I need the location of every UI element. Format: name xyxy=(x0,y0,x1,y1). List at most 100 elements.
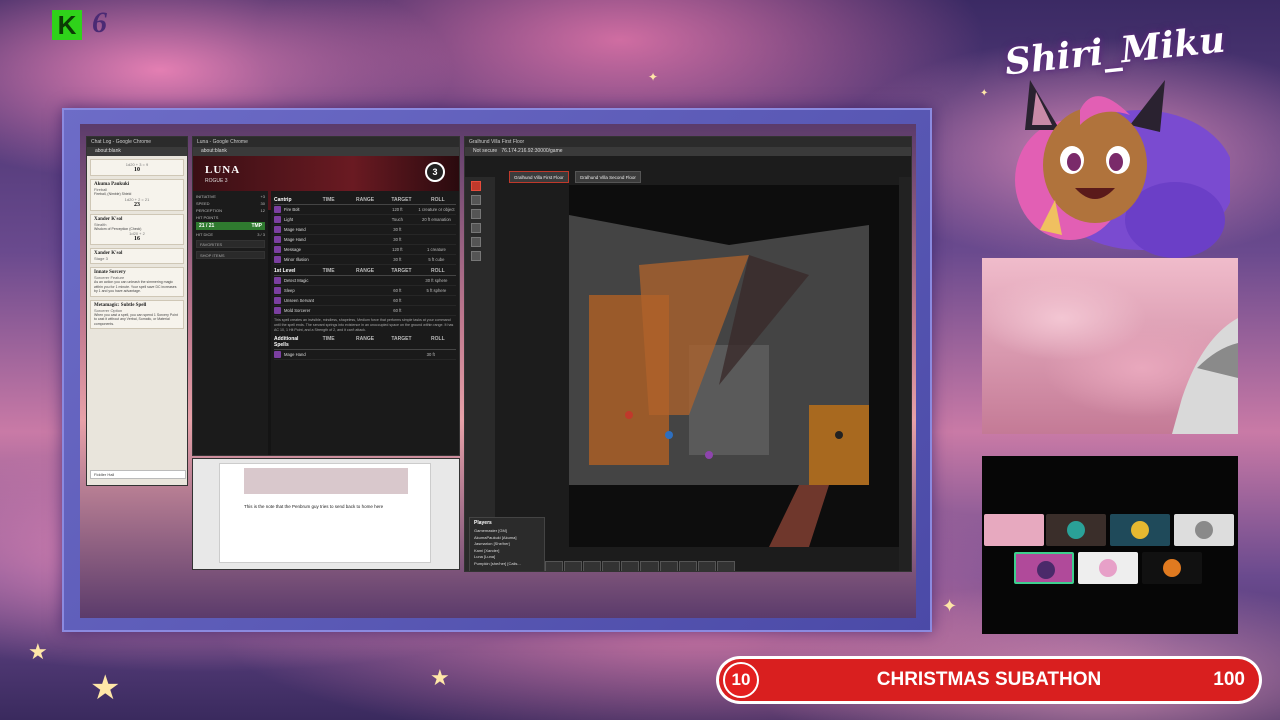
spell-name: Sleep xyxy=(284,288,295,293)
document-window: This is the note that the Penbrum guy tr… xyxy=(192,458,460,570)
col-header: RANGE xyxy=(355,268,375,274)
address-bar[interactable]: about:blank xyxy=(87,147,187,156)
window-title: Gralhund Villa First Floor xyxy=(465,137,911,147)
hotbar-slot[interactable] xyxy=(716,561,735,571)
battle-map[interactable] xyxy=(569,185,899,547)
subathon-bar: 10 CHRISTMAS SUBATHON 100 xyxy=(716,656,1262,704)
spell-icon xyxy=(274,236,281,243)
participant-tile[interactable] xyxy=(1174,514,1234,546)
spell-row[interactable]: Detect Magic 30 ft sphere xyxy=(274,276,456,286)
chat-log-window: Chat Log - Google Chrome about:blank 1d2… xyxy=(86,136,188,486)
chat-message: Metamagic: Subtle Spell Sorcerer Option … xyxy=(90,299,184,330)
webcam-panel xyxy=(982,258,1238,434)
character-class: ROGUE 3 xyxy=(205,178,228,184)
favorites-button[interactable]: FAVORITES xyxy=(196,240,265,248)
shop-items-button[interactable]: SHOP ITEMS xyxy=(196,251,265,259)
spell-range: 60 ft xyxy=(393,298,402,303)
chat-message: Xander K'sol Stealth Wisdom of Perceptio… xyxy=(90,213,184,246)
hp-label-text: HIT POINTS xyxy=(196,215,219,220)
channel-badge-icon: K xyxy=(52,10,82,40)
tiles-tool-icon[interactable] xyxy=(471,209,481,219)
spell-range: 120 ft xyxy=(392,207,403,212)
video-call-panel xyxy=(982,456,1238,634)
sidebar-tabs[interactable] xyxy=(899,177,911,571)
level-badge: 3 xyxy=(425,162,445,182)
col-header: TARGET xyxy=(391,335,412,342)
address-bar[interactable]: about:blank xyxy=(193,147,459,156)
address-bar[interactable]: Not secure 76.174.216.92:30000/game xyxy=(465,147,911,156)
col-header: TARGET xyxy=(391,268,412,274)
token-tool-icon[interactable] xyxy=(471,181,481,191)
streamer-avatar xyxy=(1015,80,1230,258)
col-header: RANGE xyxy=(355,197,375,203)
hotbar-slot[interactable] xyxy=(564,561,583,571)
participant-tile[interactable] xyxy=(1014,552,1074,584)
hotbar-slot[interactable] xyxy=(602,561,621,571)
col-header: ROLL xyxy=(431,335,445,342)
spell-row[interactable]: Unseen Servant 60 ft xyxy=(274,296,456,306)
participant-tile[interactable] xyxy=(984,514,1044,546)
tab-first-floor[interactable]: Gralhund Villa First Floor xyxy=(509,171,569,183)
notes-tool-icon[interactable] xyxy=(471,237,481,247)
hotbar-slot[interactable] xyxy=(697,561,716,571)
hotbar-slot[interactable] xyxy=(583,561,602,571)
players-title: Players xyxy=(474,520,492,526)
tab-second-floor[interactable]: Gralhund Villa Second Floor xyxy=(574,171,641,183)
participant-tile[interactable] xyxy=(1046,514,1106,546)
hotbar-slot[interactable] xyxy=(659,561,678,571)
hp-value: 21 / 21 xyxy=(199,223,215,229)
hotbar-slot[interactable] xyxy=(621,561,640,571)
player-item: Pumpkin [she/her] [Calis... xyxy=(474,560,521,566)
spell-icon xyxy=(274,226,281,233)
spell-row[interactable]: Message 120 ft 1 creature xyxy=(274,245,456,255)
document-text[interactable]: This is the note that the Penbrum guy tr… xyxy=(244,504,383,509)
hp-bar[interactable]: 21 / 21 TMP xyxy=(196,222,265,230)
chat-message: 1d20 + 3 = 9 10 xyxy=(90,159,184,176)
participant-tile[interactable] xyxy=(1142,552,1202,584)
walls-tool-icon[interactable] xyxy=(471,223,481,233)
col-header: ROLL xyxy=(431,197,445,203)
spell-row[interactable]: Mage Hand 30 ft xyxy=(274,225,456,235)
spell-row[interactable]: Minor Illusion 30 ft 5 ft cube xyxy=(274,255,456,265)
spell-section-header: 1st Level TIME RANGE TARGET ROLL xyxy=(274,268,456,276)
spell-icon xyxy=(274,256,281,263)
section-title: 1st Level xyxy=(274,268,296,274)
spell-target: 1 creature or object xyxy=(418,207,455,212)
hotbar-slot[interactable] xyxy=(640,561,659,571)
spell-row[interactable]: Sleep 60 ft 5 ft sphere xyxy=(274,286,456,296)
stat-label: PERCEPTION xyxy=(196,208,223,213)
spell-row[interactable]: Mage Hand 30 ft xyxy=(274,235,456,245)
participant-tile[interactable] xyxy=(1078,552,1138,584)
hit-dice-label: HIT DICE xyxy=(196,232,214,237)
webcam-image xyxy=(1172,318,1238,434)
star-decoration: ★ xyxy=(28,640,48,665)
roll-total: 10 xyxy=(134,167,140,173)
spell-row[interactable]: Mold Sorcerer 60 ft xyxy=(274,306,456,316)
spell-row[interactable]: Fire Bolt 120 ft 1 creature or object xyxy=(274,205,456,215)
star-decoration: ★ xyxy=(430,666,450,691)
character-sheet-window: Luna - Google Chrome about:blank LUNA RO… xyxy=(192,136,460,456)
spell-section-header: Cantrip TIME RANGE TARGET ROLL xyxy=(274,197,456,205)
stat-row: INITIATIVE +3 xyxy=(196,194,265,199)
hotbar-slot[interactable] xyxy=(678,561,697,571)
stat-label: SPEED xyxy=(196,201,210,206)
chat-input[interactable]: Fiddler Hall xyxy=(90,470,186,479)
macro-hotbar xyxy=(545,561,735,571)
spell-name: Fire Bolt xyxy=(284,207,300,212)
stat-value: +3 xyxy=(260,194,265,199)
spell-icon xyxy=(274,216,281,223)
spell-range: 30 ft xyxy=(393,257,402,262)
spell-name: Detect Magic xyxy=(284,278,309,283)
window-title: Chat Log - Google Chrome xyxy=(87,137,187,147)
vtt-window: Gralhund Villa First Floor Not secure 76… xyxy=(464,136,912,572)
col-header: TARGET xyxy=(391,197,412,203)
spell-row[interactable]: Mage Hand 30 ft xyxy=(274,350,456,360)
hp-label: HIT POINTS xyxy=(196,215,265,220)
participant-tile[interactable] xyxy=(1110,514,1170,546)
spell-row[interactable]: Light Touch 20 ft emanation xyxy=(274,215,456,225)
spell-name: Mage Hand xyxy=(284,227,306,232)
measure-tool-icon[interactable] xyxy=(471,195,481,205)
hotbar-slot[interactable] xyxy=(545,561,564,571)
subathon-goal: 100 xyxy=(1213,669,1245,690)
sound-tool-icon[interactable] xyxy=(471,251,481,261)
